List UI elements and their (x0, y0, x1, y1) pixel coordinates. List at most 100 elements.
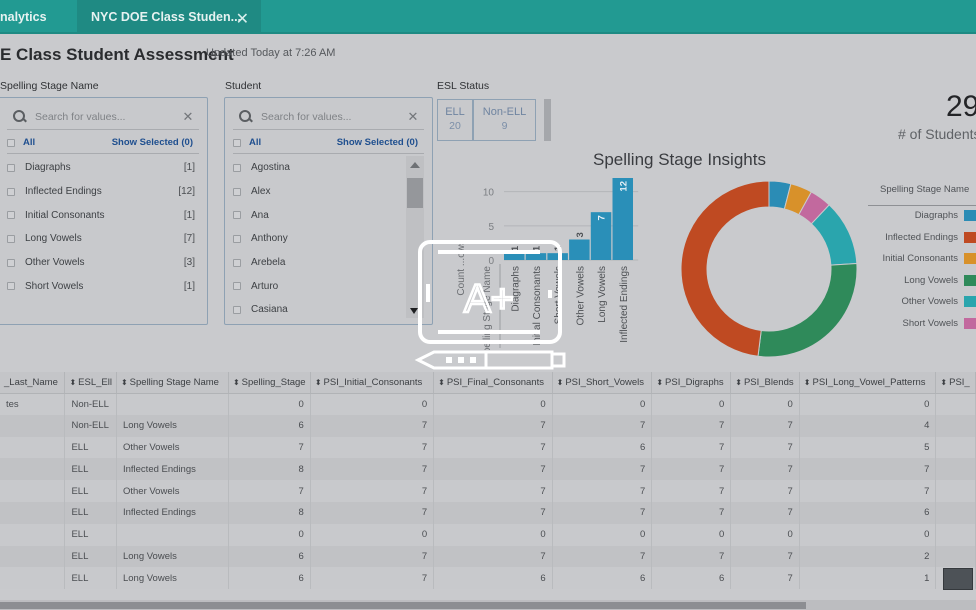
scroll-thumb[interactable] (407, 178, 423, 208)
column-header[interactable]: ⬍ PSI_Long_Vowel_Patterns (799, 372, 937, 394)
checkbox[interactable] (233, 163, 241, 172)
table-row[interactable]: ELL Inflected Endings 8 7 7 7 7 7 7 (0, 458, 976, 481)
close-icon[interactable]: ✕ (236, 9, 249, 29)
table-cell: 0 (228, 523, 311, 546)
sort-icon[interactable]: ⬍ (233, 378, 240, 387)
list-item[interactable]: Initial Consonants [1] (7, 203, 199, 227)
clear-icon[interactable]: ✕ (406, 109, 420, 125)
column-header[interactable]: ⬍ ESL_Ell (64, 372, 117, 394)
list-item[interactable]: Other Vowels [3] (7, 251, 199, 275)
show-selected-link[interactable]: Show Selected (0) (112, 137, 193, 148)
column-header[interactable]: ⬍ PSI_Blends (730, 372, 800, 394)
checkbox[interactable] (7, 187, 15, 196)
table-cell: 0 (799, 393, 937, 415)
esl-scrollbar[interactable] (544, 99, 551, 141)
sort-icon[interactable]: ⬍ (656, 378, 663, 387)
table-row[interactable]: ELL Long Vowels 6 7 6 6 6 7 1 (0, 567, 976, 590)
list-item[interactable]: Arebela (233, 251, 404, 275)
scroll-thumb[interactable] (0, 602, 806, 609)
bar[interactable] (525, 253, 547, 260)
checkbox[interactable] (233, 187, 241, 196)
all-link[interactable]: All (249, 137, 261, 148)
table-horizontal-scrollbar[interactable] (0, 600, 976, 610)
list-item[interactable]: Inflected Endings [12] (7, 180, 199, 204)
table-row[interactable]: ELL Long Vowels 6 7 7 7 7 7 2 (0, 545, 976, 568)
legend-item[interactable]: Long Vowels (904, 274, 976, 286)
legend-item[interactable]: Other Vowels (902, 296, 976, 307)
list-item[interactable]: Arturo (233, 274, 404, 298)
column-header[interactable]: ⬍ PSI_Initial_Consonants (310, 372, 435, 394)
table-cell: 1 (799, 567, 937, 590)
checkbox[interactable] (233, 258, 241, 267)
sort-icon[interactable]: ⬍ (557, 378, 564, 387)
list-item[interactable]: Anthony (233, 227, 404, 251)
checkbox[interactable] (7, 282, 15, 291)
legend-item[interactable]: Short Vowels (903, 317, 976, 329)
checkbox[interactable] (7, 234, 15, 243)
legend-item[interactable]: Diagraphs (915, 210, 976, 221)
list-item[interactable]: Agostina (233, 156, 404, 180)
student-search-input[interactable] (255, 110, 406, 123)
list-item[interactable]: Ana (233, 203, 404, 227)
list-item[interactable]: Short Vowels [1] (7, 274, 199, 298)
cell-selection-handle[interactable] (943, 568, 973, 590)
table-cell: 7 (651, 501, 732, 524)
checkbox[interactable] (233, 211, 241, 220)
all-checkbox[interactable] (7, 138, 15, 147)
sort-icon[interactable]: ⬍ (438, 378, 445, 387)
checkbox[interactable] (233, 234, 241, 243)
column-header[interactable]: ⬍ PSI_Short_Vowels (552, 372, 653, 394)
bar[interactable] (569, 239, 590, 261)
list-item[interactable]: Long Vowels [7] (7, 227, 199, 251)
toggle-count: 9 (501, 120, 508, 132)
legend-swatch (964, 210, 976, 221)
sort-icon[interactable]: ⬍ (121, 378, 128, 387)
table-row[interactable]: ELL Other Vowels 7 7 7 7 7 7 7 (0, 480, 976, 502)
checkbox[interactable] (7, 163, 15, 172)
table-cell: 7 (433, 414, 553, 437)
sort-icon[interactable]: ⬍ (315, 378, 322, 387)
all-checkbox[interactable] (233, 138, 241, 147)
scroll-up-icon[interactable] (410, 162, 420, 168)
spelling-search-input[interactable] (29, 110, 181, 123)
sort-icon[interactable]: ⬍ (940, 378, 947, 387)
clear-icon[interactable]: ✕ (181, 109, 195, 125)
sort-icon[interactable]: ⬍ (735, 378, 742, 387)
tab-class-assessment[interactable]: NYC DOE Class Studen... ✕ (77, 0, 261, 34)
checkbox[interactable] (7, 211, 15, 220)
legend-item[interactable]: Inflected Endings (885, 231, 976, 243)
toggle-label: Non-ELL (482, 106, 527, 118)
sort-icon[interactable]: ⬍ (69, 378, 76, 387)
donut-slice[interactable] (680, 180, 770, 357)
sort-icon[interactable]: ⬍ (804, 378, 811, 387)
list-item[interactable]: Casiana (233, 298, 404, 322)
checkbox[interactable] (233, 282, 241, 291)
student-list-scrollbar[interactable] (406, 156, 424, 318)
table-row[interactable]: ELL Inflected Endings 8 7 7 7 7 7 6 (0, 501, 976, 524)
table-row[interactable]: Non-ELL Long Vowels 6 7 7 7 7 7 4 (0, 414, 976, 437)
table-row[interactable]: tes Non-ELL 0 0 0 0 0 0 0 (0, 393, 976, 415)
column-header[interactable]: ⬍ PSI_ (935, 372, 976, 394)
table-cell: 7 (730, 545, 800, 568)
checkbox[interactable] (7, 258, 15, 267)
list-item[interactable]: Alex (233, 180, 404, 204)
column-header[interactable]: _Last_Name (0, 372, 66, 394)
bar[interactable] (504, 253, 525, 260)
donut-slice[interactable] (757, 262, 858, 358)
scroll-down-icon[interactable] (410, 308, 418, 314)
esl-toggle-ell[interactable]: ELL 20 (437, 99, 473, 141)
esl-toggle-non-ell[interactable]: Non-ELL 9 (473, 99, 536, 141)
table-row[interactable]: ELL 0 0 0 0 0 0 0 (0, 523, 976, 546)
checkbox[interactable] (233, 305, 241, 314)
column-header[interactable]: ⬍ Spelling_Stage (228, 372, 311, 394)
tab-analytics[interactable]: nalytics (0, 0, 77, 34)
table-row[interactable]: ELL Other Vowels 7 7 7 6 7 7 5 (0, 436, 976, 459)
column-header[interactable]: ⬍ PSI_Digraphs (651, 372, 732, 394)
legend-item[interactable]: Initial Consonants (882, 253, 976, 264)
all-link[interactable]: All (23, 137, 35, 148)
bar[interactable] (547, 253, 568, 260)
show-selected-link[interactable]: Show Selected (0) (337, 137, 418, 148)
column-header[interactable]: ⬍ PSI_Final_Consonants (433, 372, 553, 394)
list-item[interactable]: Diagraphs [1] (7, 156, 199, 180)
column-header[interactable]: ⬍ Spelling Stage Name (116, 372, 229, 394)
